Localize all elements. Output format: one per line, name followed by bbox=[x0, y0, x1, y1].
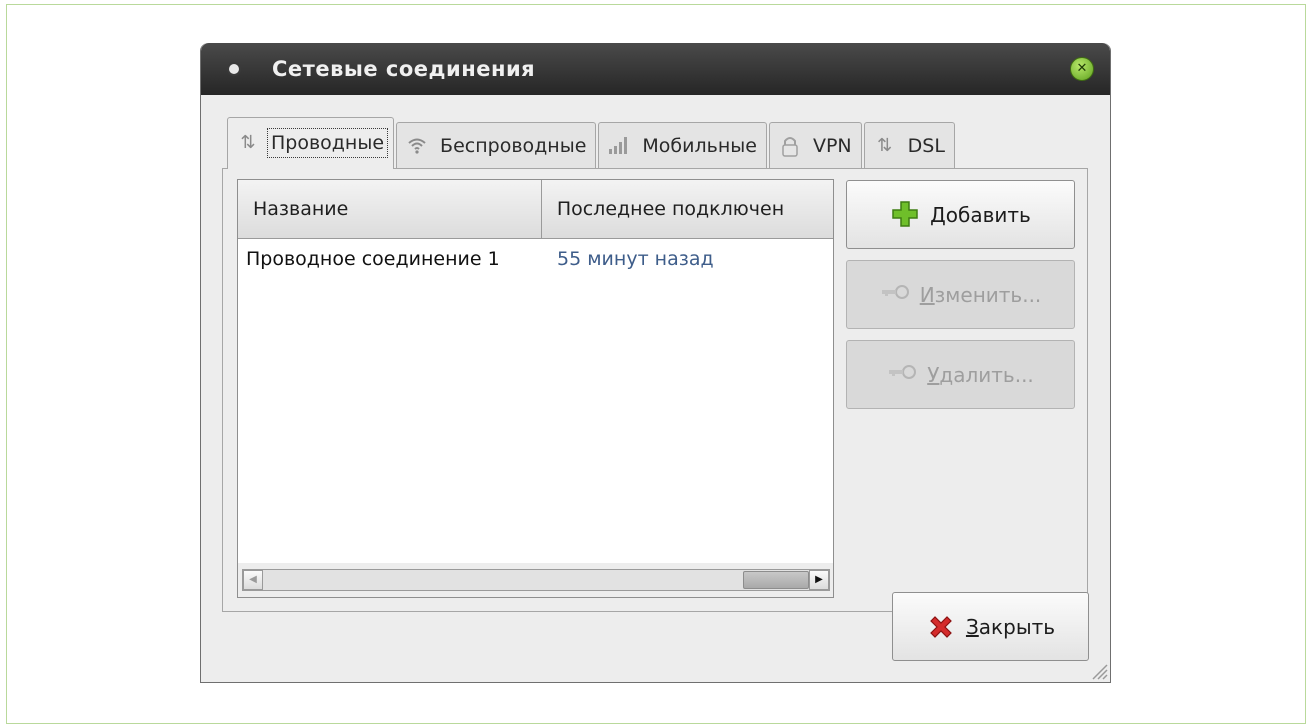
resize-grip-icon[interactable] bbox=[1088, 660, 1108, 680]
add-button[interactable]: Добавить bbox=[846, 180, 1075, 249]
last-used-cell: 55 минут назад bbox=[557, 248, 714, 270]
tab-vpn[interactable]: VPN bbox=[768, 122, 862, 168]
list-header: Название Последнее подключен bbox=[238, 180, 833, 239]
delete-button[interactable]: Удалить... bbox=[846, 340, 1075, 409]
key-icon bbox=[887, 360, 917, 390]
window-title: Сетевые соединения bbox=[272, 57, 536, 81]
horizontal-scrollbar: ◀ ▶ bbox=[238, 563, 833, 597]
tab-wired[interactable]: ⇅ Проводные bbox=[227, 117, 395, 169]
close-button-label: Закрыть bbox=[965, 614, 1056, 639]
close-x-icon bbox=[926, 612, 956, 642]
signal-bars-icon bbox=[608, 135, 630, 157]
window-close-icon[interactable]: ✕ bbox=[1070, 57, 1094, 81]
tab-wired-label: Проводные bbox=[266, 128, 389, 158]
scroll-right-button[interactable]: ▶ bbox=[809, 570, 829, 590]
dsl-icon: ⇅ bbox=[877, 134, 893, 156]
close-button[interactable]: Закрыть bbox=[892, 592, 1089, 661]
edit-button-label: Изменить... bbox=[919, 282, 1042, 307]
scrollbar-track[interactable]: ◀ ▶ bbox=[242, 569, 830, 591]
lock-icon bbox=[779, 135, 801, 157]
scrollbar-thumb[interactable] bbox=[743, 571, 809, 589]
wifi-icon bbox=[406, 135, 428, 157]
tab-vpn-label: VPN bbox=[812, 134, 852, 157]
column-header-last-used[interactable]: Последнее подключен bbox=[542, 180, 833, 238]
wired-icon: ⇅ bbox=[240, 132, 256, 153]
tab-wireless-label: Беспроводные bbox=[440, 134, 587, 157]
tab-dsl-label: DSL bbox=[907, 134, 945, 157]
delete-button-label: Удалить... bbox=[927, 362, 1034, 387]
network-connections-window: Сетевые соединения ✕ ⇅ Проводные Беспров… bbox=[200, 43, 1111, 683]
tab-mobile-label: Мобильные bbox=[642, 134, 757, 157]
title-bar[interactable]: Сетевые соединения ✕ bbox=[201, 43, 1110, 95]
edit-button[interactable]: Изменить... bbox=[846, 260, 1075, 329]
tab-bar: ⇅ Проводные Беспроводные Мобильные VPN ⇅… bbox=[227, 116, 957, 169]
plus-icon bbox=[890, 200, 920, 230]
tab-wireless[interactable]: Беспроводные bbox=[396, 122, 597, 168]
tab-mobile[interactable]: Мобильные bbox=[598, 122, 767, 168]
window-menu-icon[interactable] bbox=[229, 64, 239, 74]
key-icon bbox=[880, 280, 910, 310]
add-button-label: Добавить bbox=[930, 202, 1031, 227]
scroll-left-button[interactable]: ◀ bbox=[243, 570, 263, 590]
column-header-name[interactable]: Название bbox=[238, 180, 542, 238]
table-row[interactable]: Проводное соединение 1 55 минут назад bbox=[238, 242, 833, 276]
tab-dsl[interactable]: ⇅ DSL bbox=[863, 122, 955, 168]
connections-list[interactable]: Название Последнее подключен Проводное с… bbox=[237, 179, 834, 598]
connection-name-cell: Проводное соединение 1 bbox=[246, 248, 500, 270]
